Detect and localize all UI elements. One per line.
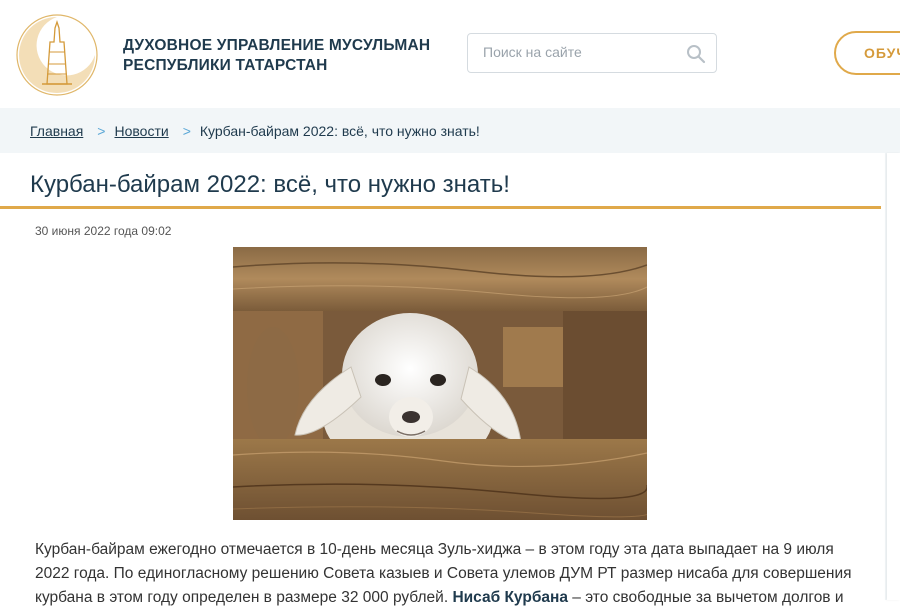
sidebar-card xyxy=(887,153,900,600)
breadcrumb-separator: > xyxy=(182,123,191,139)
organization-name-line2: РЕСПУБЛИКИ ТАТАРСТАН xyxy=(123,57,328,74)
crescent-minaret-logo[interactable] xyxy=(14,12,100,98)
nisab-term: Нисаб Курбана xyxy=(452,589,568,606)
breadcrumb-news-link[interactable]: Новости xyxy=(114,123,168,139)
page-title: Курбан-байрам 2022: всё, что нужно знать… xyxy=(30,171,510,198)
organization-name[interactable]: ДУХОВНОЕ УПРАВЛЕНИЕ МУСУЛЬМАН РЕСПУБЛИКИ… xyxy=(123,36,430,76)
article-paragraph-tail: – это свободные за вычетом долгов и xyxy=(568,589,844,606)
search-icon[interactable] xyxy=(686,44,706,64)
organization-name-line1: ДУХОВНОЕ УПРАВЛЕНИЕ МУСУЛЬМАН xyxy=(123,37,431,54)
title-divider xyxy=(0,206,881,209)
publication-date: 30 июня 2022 года 09:02 xyxy=(35,224,172,238)
education-button[interactable]: ОБУЧ xyxy=(834,31,900,75)
breadcrumb-separator: > xyxy=(97,123,106,139)
lamb-photo xyxy=(233,247,647,520)
breadcrumb-home-link[interactable]: Главная xyxy=(30,123,83,139)
site-header: ДУХОВНОЕ УПРАВЛЕНИЕ МУСУЛЬМАН РЕСПУБЛИКИ… xyxy=(0,0,900,108)
site-search xyxy=(467,33,717,73)
breadcrumb: Главная > Новости > Курбан-байрам 2022: всё,… xyxy=(30,123,480,139)
article-body: Курбан-байрам ежегодно отмечается в 10-д… xyxy=(35,538,855,610)
search-input[interactable] xyxy=(483,44,683,60)
breadcrumb-current: Курбан-байрам 2022: всё, что нужно знать… xyxy=(199,123,480,139)
